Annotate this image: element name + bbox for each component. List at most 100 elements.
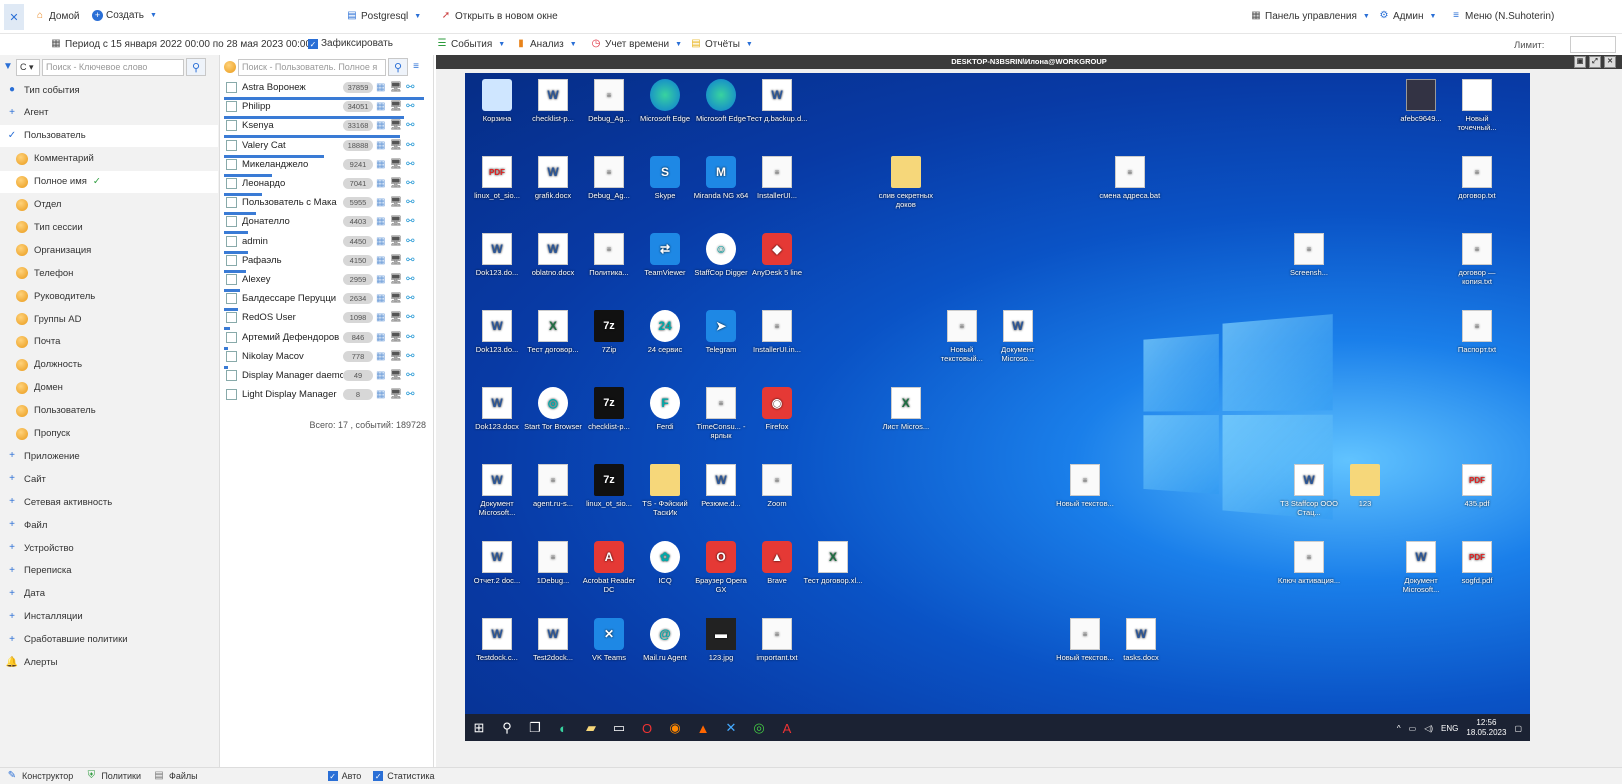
user-checkbox[interactable] (226, 293, 237, 305)
desktop-icon[interactable]: ≡ Debug_Ag... (577, 156, 641, 200)
user-row[interactable]: Пользователь с Мака 5955 ▦ 🖥 ⚯ (224, 193, 432, 216)
fix-period-checkbox[interactable]: ✓ Зафиксировать (308, 38, 393, 49)
monitor-icon[interactable]: 🖥 (389, 370, 402, 381)
monitor-icon[interactable]: 🖥 (389, 332, 402, 343)
filter-item[interactable]: ● Тип события (0, 79, 218, 101)
desktop-icon[interactable]: ≡ Новый текстовый... (930, 310, 994, 363)
desktop-icon[interactable]: O Браузер Opera GX (689, 541, 753, 594)
acrobat-icon[interactable]: A (773, 714, 801, 741)
language-indicator[interactable]: ENG (1441, 724, 1458, 733)
database-selector[interactable]: ▤ Postgresql ▼ (346, 10, 421, 22)
filter-item[interactable]: Домен (0, 377, 218, 399)
desktop-icon[interactable]: T3 Staffcop ООО Стац... (1277, 464, 1341, 517)
user-row[interactable]: Артемий Дефендоров 846 ▦ 🖥 ⚯ (224, 328, 432, 350)
link-icon[interactable]: ⚯ (406, 389, 414, 400)
create-button[interactable]: + Создать ▼ (92, 10, 157, 21)
period-selector[interactable]: ▦ Период с 15 января 2022 00:00 по 28 ма… (50, 38, 311, 50)
filter-search-input[interactable]: Поиск - Ключевое слово (42, 58, 184, 76)
desktop-icon[interactable]: F Ferdi (633, 387, 697, 431)
desktop-icon[interactable]: Лист Micros... (874, 387, 938, 431)
desktop-icon[interactable]: ➤ Telegram (689, 310, 753, 354)
link-icon[interactable]: ⚯ (406, 274, 414, 285)
desktop-icon[interactable]: Microsoft Edge (633, 79, 697, 123)
vk-teams-icon[interactable]: ✕ (717, 714, 745, 741)
files-tab[interactable]: ▤ Файлы (153, 770, 197, 782)
desktop-icon[interactable]: ≡ Новый текстов... (1053, 618, 1117, 662)
fullscreen-icon[interactable]: ⤢ (1589, 56, 1601, 68)
main-menu[interactable]: ≡ Меню (N.Suhoterin) (1450, 10, 1554, 22)
edge-icon[interactable]: ◐ (549, 714, 577, 741)
desktop-icon[interactable]: слив секретных доков (874, 156, 938, 209)
monitor-icon[interactable]: 🖥 (389, 140, 402, 151)
desktop-icon[interactable]: ≡ Паспорт.txt (1445, 310, 1509, 354)
user-row[interactable]: Nikolay Macov 778 ▦ 🖥 ⚯ (224, 347, 432, 369)
user-checkbox[interactable] (226, 139, 237, 151)
filter-item[interactable]: + Приложение (0, 445, 218, 467)
grid-icon[interactable]: ▦ (376, 312, 385, 323)
user-checkbox[interactable] (226, 274, 237, 285)
search-scope-select[interactable]: C ▾ (16, 58, 40, 76)
policies-tab[interactable]: ⛨ Политики (85, 770, 141, 782)
user-row[interactable]: admin 4450 ▦ 🖥 ⚯ (224, 232, 432, 254)
link-icon[interactable]: ⚯ (406, 197, 414, 208)
open-new-window-button[interactable]: ➚ Открыть в новом окне (440, 10, 558, 22)
link-icon[interactable]: ⚯ (406, 332, 414, 343)
network-icon[interactable]: ▭ (1409, 724, 1417, 733)
desktop-icon[interactable]: ≡ Ключ активация... (1277, 541, 1341, 585)
filter-item[interactable]: + Дата (0, 583, 218, 605)
link-icon[interactable]: ⚯ (406, 101, 414, 112)
desktop-icon[interactable]: Документ Microso... (986, 310, 1050, 363)
user-checkbox[interactable] (226, 120, 237, 132)
user-checkbox[interactable] (226, 178, 237, 189)
notifications-icon[interactable]: ▢ (1514, 724, 1522, 733)
user-row[interactable]: Микеланджело 9241 ▦ 🖥 ⚯ (224, 155, 432, 177)
desktop-icon[interactable]: PDF linux_ot_sio... (465, 156, 529, 200)
user-search-input[interactable]: Поиск - Пользователь. Полное я (238, 58, 386, 76)
task-view-icon[interactable]: ❐ (521, 714, 549, 741)
desktop-icon[interactable]: checklist-p... (577, 387, 641, 431)
monitor-icon[interactable]: 🖥 (389, 101, 402, 112)
monitor-icon[interactable]: 🖥 (389, 312, 402, 323)
filter-item[interactable]: Отдел (0, 194, 218, 216)
grid-icon[interactable]: ▦ (376, 255, 385, 266)
link-icon[interactable]: ⚯ (406, 120, 414, 131)
terminal-icon[interactable]: ▭ (605, 714, 633, 741)
file-explorer-icon[interactable]: ▰ (577, 714, 605, 741)
desktop-icon[interactable]: Test2dock... (521, 618, 585, 662)
user-checkbox[interactable] (226, 82, 237, 93)
desktop-icon[interactable]: ▲ Brave (745, 541, 809, 585)
grid-icon[interactable]: ▦ (376, 332, 385, 343)
user-row[interactable]: Балдессаре Перуцци 2634 ▦ 🖥 ⚯ (224, 289, 432, 312)
analysis-menu[interactable]: ▮ Анализ ▼ (515, 38, 576, 50)
user-checkbox[interactable] (226, 370, 237, 381)
desktop-icon[interactable]: Тест договор... (521, 310, 585, 354)
desktop-icon[interactable]: ✕ VK Teams (577, 618, 641, 662)
link-icon[interactable]: ⚯ (406, 312, 414, 323)
desktop-icon[interactable]: Корзина (465, 79, 529, 123)
grid-icon[interactable]: ▦ (376, 120, 385, 131)
grid-icon[interactable]: ▦ (376, 389, 385, 400)
desktop-icon[interactable]: S Skype (633, 156, 697, 200)
grid-icon[interactable]: ▦ (376, 82, 385, 93)
user-checkbox[interactable] (226, 216, 237, 228)
grid-icon[interactable]: ▦ (376, 140, 385, 151)
link-icon[interactable]: ⚯ (406, 236, 414, 247)
user-checkbox[interactable] (226, 312, 237, 324)
user-row[interactable]: RedOS User 1098 ▦ 🖥 ⚯ (224, 308, 432, 331)
user-row[interactable]: Light Display Manager 8 ▦ 🖥 ⚯ (224, 385, 432, 404)
filter-item[interactable]: Комментарий (0, 148, 218, 170)
limit-input[interactable] (1570, 36, 1616, 53)
home-button[interactable]: ⌂ Домой (34, 10, 80, 22)
monitor-icon[interactable]: 🖥 (389, 293, 402, 304)
control-panel-menu[interactable]: ▦ Панель управления ▼ (1250, 10, 1370, 22)
monitor-icon[interactable]: 🖥 (389, 236, 402, 247)
desktop-icon[interactable]: Dok123.do... (465, 310, 529, 354)
filter-item[interactable]: ✓ Пользователь (0, 124, 218, 147)
grid-icon[interactable]: ▦ (376, 101, 385, 112)
filter-item[interactable]: + Сетевая активность (0, 491, 218, 513)
grid-icon[interactable]: ▦ (376, 293, 385, 304)
filter-item[interactable]: Должность (0, 354, 218, 376)
user-row[interactable]: Display Manager daemon 49 ▦ 🖥 ⚯ (224, 366, 432, 385)
desktop-icon[interactable]: ≡ 1Debug... (521, 541, 585, 585)
desktop-icon[interactable]: afebc9649... (1389, 79, 1453, 123)
